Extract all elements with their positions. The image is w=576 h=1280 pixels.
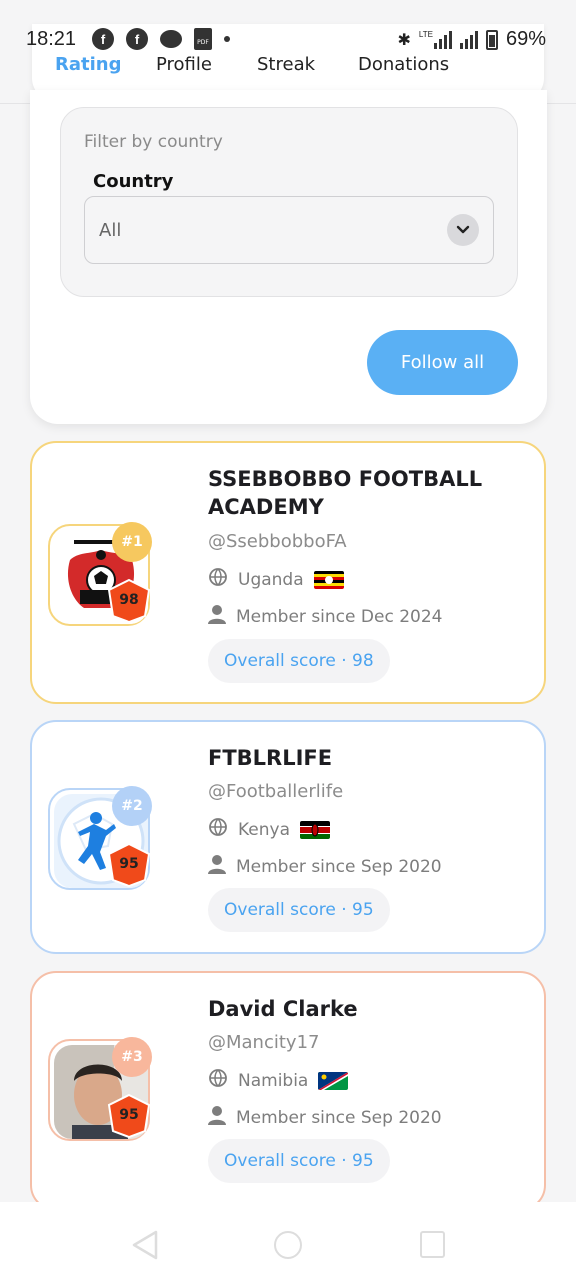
battery-percent: 69%: [505, 28, 546, 50]
status-time: 18:21: [26, 28, 77, 50]
score-shield-icon: 95: [106, 1093, 152, 1139]
globe-icon: [208, 567, 228, 592]
messenger-icon: [160, 30, 182, 48]
system-nav-bar: [0, 1202, 576, 1280]
member-country: Namibia: [208, 1068, 349, 1093]
kenya-flag-icon: [300, 820, 331, 839]
country-name: Namibia: [238, 1070, 309, 1091]
country-name: Uganda: [238, 569, 304, 590]
member-since-text: Member since Dec 2024: [236, 606, 443, 627]
recent-apps-icon[interactable]: [420, 1231, 445, 1258]
member-card[interactable]: #1 98 SSEBBOBBO FOOTBALL ACADEMY @Ssebbo…: [30, 441, 546, 704]
member-handle: @SsebbobboFA: [208, 531, 347, 552]
back-icon[interactable]: [130, 1229, 160, 1265]
member-name[interactable]: David Clarke: [208, 995, 538, 1023]
member-country: Uganda: [208, 567, 344, 592]
person-icon: [208, 854, 226, 879]
country-name: Kenya: [238, 819, 291, 840]
namibia-flag-icon: [318, 1071, 349, 1090]
member-since: Member since Dec 2024: [208, 604, 442, 629]
home-icon[interactable]: [274, 1231, 302, 1259]
lte-signal-icon: LTE: [418, 29, 452, 49]
member-name[interactable]: FTBLRLIFE: [208, 744, 538, 772]
country-select[interactable]: All: [84, 196, 494, 264]
facebook-icon: f: [92, 28, 114, 50]
score-shield-icon: 95: [106, 842, 152, 888]
battery-icon: [485, 29, 498, 50]
country-select-value: All: [99, 220, 122, 241]
overall-score-chip: Overall score · 98: [208, 639, 390, 683]
avatar: #2 95: [48, 786, 152, 890]
overall-score-chip: Overall score · 95: [208, 888, 390, 932]
avatar: #3 95: [48, 1037, 152, 1141]
filter-title: Filter by country: [84, 132, 223, 152]
rank-badge: #1: [112, 522, 152, 562]
member-card[interactable]: #3 95 David Clarke @Mancity17 Namibia Me…: [30, 971, 546, 1211]
member-handle: @Footballerlife: [208, 781, 344, 802]
score-value: 95: [119, 856, 139, 872]
globe-icon: [208, 1068, 228, 1093]
member-since-text: Member since Sep 2020: [236, 1107, 442, 1128]
overall-score-chip: Overall score · 95: [208, 1139, 390, 1183]
lte-label: LTE: [418, 29, 433, 39]
member-card[interactable]: #2 95 FTBLRLIFE @Footballerlife Kenya Me…: [30, 720, 546, 954]
avatar: #1 98: [48, 522, 152, 626]
pdf-icon: PDF: [194, 28, 212, 50]
member-since: Member since Sep 2020: [208, 854, 442, 879]
score-value: 98: [119, 592, 139, 608]
dot-icon: [224, 36, 230, 42]
follow-all-button[interactable]: Follow all: [367, 330, 518, 395]
member-handle: @Mancity17: [208, 1032, 320, 1053]
member-name[interactable]: SSEBBOBBO FOOTBALL ACADEMY: [208, 465, 538, 521]
status-bar: 18:21 f f PDF ✱ LTE 69%: [0, 0, 576, 80]
person-icon: [208, 1105, 226, 1130]
country-label: Country: [93, 171, 174, 192]
signal-icon: [459, 30, 478, 49]
member-since: Member since Sep 2020: [208, 1105, 442, 1130]
person-icon: [208, 604, 226, 629]
chevron-down-icon: [447, 214, 479, 246]
notification-icons: f f PDF: [92, 28, 230, 50]
score-value: 95: [119, 1107, 139, 1123]
facebook-icon: f: [126, 28, 148, 50]
bluetooth-icon: ✱: [397, 31, 411, 49]
rank-badge: #3: [112, 1037, 152, 1077]
rank-badge: #2: [112, 786, 152, 826]
uganda-flag-icon: [313, 570, 344, 589]
member-country: Kenya: [208, 817, 331, 842]
globe-icon: [208, 817, 228, 842]
member-since-text: Member since Sep 2020: [236, 856, 442, 877]
status-right: ✱ LTE 69%: [397, 28, 546, 51]
score-shield-icon: 98: [106, 578, 152, 624]
